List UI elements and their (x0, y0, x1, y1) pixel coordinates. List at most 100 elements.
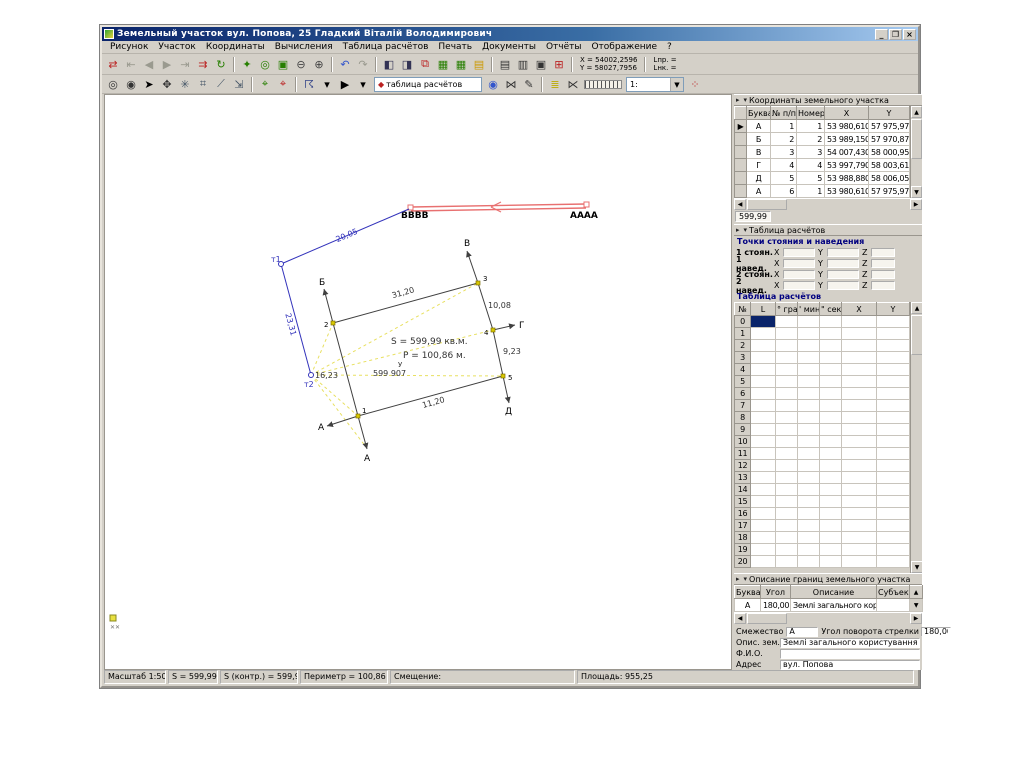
calc-cell[interactable] (750, 411, 776, 424)
calc-cell[interactable] (775, 459, 798, 472)
canvas-marker[interactable]: ✕✕ (109, 614, 120, 631)
coords-cell-y[interactable]: 58 000,950 (868, 145, 910, 159)
menu-item-отображение[interactable]: Отображение (586, 42, 662, 52)
scale-combo[interactable]: 1: ▼ (626, 76, 684, 92)
calc-cell[interactable] (876, 543, 910, 556)
calc-cell[interactable] (775, 555, 798, 568)
calc-row[interactable]: 6 (734, 387, 910, 400)
calc-cell[interactable] (775, 483, 798, 496)
calc-cell[interactable] (819, 531, 842, 544)
calc-cell[interactable] (841, 423, 877, 436)
calc-cell[interactable] (841, 507, 877, 520)
report-icon[interactable]: ▤ (496, 56, 514, 73)
calc-row[interactable]: 12 (734, 459, 910, 472)
point-input-y[interactable] (827, 270, 859, 279)
road-endpoint[interactable] (583, 201, 590, 208)
calc-col-header[interactable]: " сек (819, 302, 842, 316)
visibility-icon[interactable]: ◉ (484, 76, 502, 93)
window-cascade-icon[interactable]: ⧉ (416, 56, 434, 73)
calc-cell[interactable] (876, 507, 910, 520)
calc-cell[interactable] (775, 387, 798, 400)
address-input[interactable] (780, 659, 920, 670)
coords-cell-npp[interactable]: 1 (770, 119, 797, 133)
coords-cell-num[interactable]: 4 (796, 158, 825, 172)
calc-cell[interactable] (775, 495, 798, 508)
desc-row-descr[interactable]: Землі загального корист (790, 598, 877, 612)
layer-combo[interactable]: ◆ таблица расчётов (374, 76, 482, 92)
coords-cell-letter[interactable]: А (746, 184, 771, 198)
calc-cell[interactable] (775, 375, 798, 388)
zoom-window-icon[interactable]: ◎ (104, 76, 122, 93)
calc-cell[interactable] (841, 327, 877, 340)
calc-cell[interactable] (797, 399, 820, 412)
dropdown2-icon[interactable]: ▾ (354, 76, 372, 93)
coords-cell-sel[interactable] (734, 132, 747, 146)
pencil-icon[interactable]: ✎ (520, 76, 538, 93)
rotate-tool-icon[interactable]: ☈ (300, 76, 318, 93)
scroll-right-icon[interactable]: ▶ (910, 613, 922, 624)
calc-cell[interactable] (819, 411, 842, 424)
coords-cell-letter[interactable]: В (746, 145, 771, 159)
coords-col-header[interactable]: № п/п (770, 106, 797, 120)
calc-cell[interactable] (797, 387, 820, 400)
menu-item-координаты[interactable]: Координаты (201, 42, 270, 52)
calc-cell[interactable] (750, 435, 776, 448)
point-input-z[interactable] (871, 248, 895, 257)
calc-cell[interactable] (775, 507, 798, 520)
calc-cell[interactable] (797, 483, 820, 496)
calc-cell[interactable] (819, 483, 842, 496)
calc-row-number[interactable]: 17 (734, 519, 751, 532)
collapse-right-icon[interactable]: ▸ (736, 226, 740, 234)
calc-row-number[interactable]: 0 (734, 315, 751, 328)
table-row[interactable]: ▶А1153 980,610057 975,970 (734, 119, 910, 133)
point-input-x[interactable] (783, 281, 815, 290)
menu-item-участок[interactable]: Участок (153, 42, 200, 52)
calc-panel-header[interactable]: ▸ ▾ Таблица расчётов (734, 224, 922, 236)
calc-cell[interactable] (841, 495, 877, 508)
calc-cell[interactable] (775, 363, 798, 376)
move-icon[interactable]: ⇲ (230, 76, 248, 93)
collapse-right-icon[interactable]: ▸ (736, 96, 740, 104)
select-cursor-icon[interactable]: ➤ (140, 76, 158, 93)
calc-cell[interactable] (819, 555, 842, 568)
calc-cell[interactable] (876, 471, 910, 484)
coords-cell-y[interactable]: 58 003,610 (868, 158, 910, 172)
calc-row-number[interactable]: 12 (734, 459, 751, 472)
calc-row[interactable]: 11 (734, 447, 910, 460)
coords-col-header[interactable]: Буква (746, 106, 771, 120)
calc-row[interactable]: 10 (734, 435, 910, 448)
calc-row-number[interactable]: 4 (734, 363, 751, 376)
calc-row[interactable]: 14 (734, 483, 910, 496)
fit-icon[interactable]: ⋉ (564, 76, 582, 93)
table-row[interactable]: Г4453 997,790058 003,610 (734, 158, 910, 172)
window-left-icon[interactable]: ◧ (380, 56, 398, 73)
calc-cell[interactable] (876, 363, 910, 376)
calc-col-header[interactable]: № (734, 302, 751, 316)
menu-item-документы[interactable]: Документы (477, 42, 541, 52)
prev-record-icon[interactable]: ◀ (140, 56, 158, 73)
calc-cell[interactable] (841, 483, 877, 496)
calc-row[interactable]: 16 (734, 507, 910, 520)
desc-hscrollbar[interactable]: ◀ ▶ (734, 612, 922, 624)
calc-cell[interactable] (750, 399, 776, 412)
calc-row[interactable]: 15 (734, 495, 910, 508)
calc-cell[interactable] (750, 471, 776, 484)
calc-cell[interactable] (841, 339, 877, 352)
coords-cell-y[interactable]: 57 975,970 (868, 184, 910, 198)
join-icon[interactable]: ⋈ (502, 76, 520, 93)
coords-cell-npp[interactable]: 6 (770, 184, 797, 198)
calc-cell[interactable] (750, 351, 776, 364)
calc-cell[interactable] (797, 339, 820, 352)
coords-cell-letter[interactable]: Д (746, 171, 771, 185)
calc-row-number[interactable]: 3 (734, 351, 751, 364)
coords-cell-npp[interactable]: 2 (770, 132, 797, 146)
calc-cell[interactable] (841, 315, 877, 328)
calc-cell[interactable] (797, 363, 820, 376)
coords-cell-sel[interactable]: ▶ (734, 119, 747, 133)
calc-cell[interactable] (819, 351, 842, 364)
ruler-widget[interactable] (584, 79, 622, 89)
search-green-icon[interactable]: ⌖ (256, 76, 274, 93)
calc-cell[interactable] (750, 507, 776, 520)
calc-row-number[interactable]: 20 (734, 555, 751, 568)
calc-cell[interactable] (750, 495, 776, 508)
